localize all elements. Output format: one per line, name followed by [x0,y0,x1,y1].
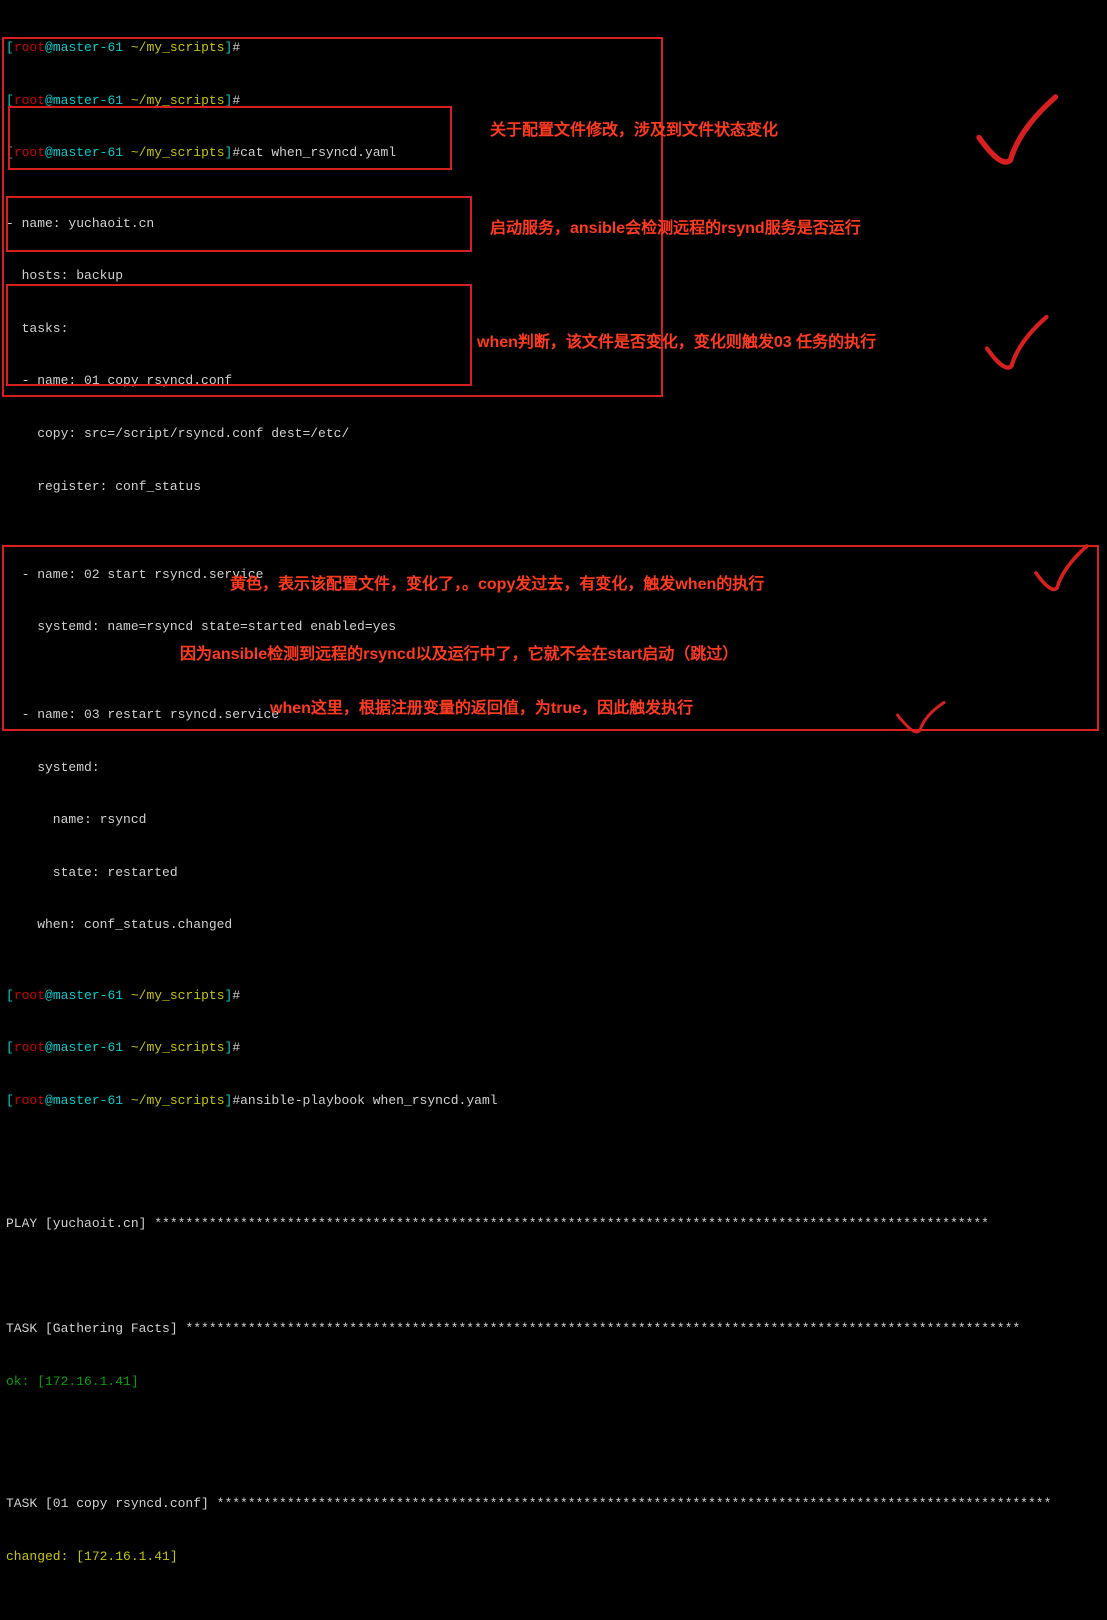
yaml-line: when: conf_status.changed [6,916,1101,934]
yaml-line: - name: 02 start rsyncd.service [6,566,1101,584]
changed-line: changed: [172.16.1.41] [6,1548,1101,1566]
prompt-line: [root@master-61 ~/my_scripts]#ansible-pl… [6,1092,1101,1110]
yaml-line: register: conf_status [6,478,1101,496]
blank-line [6,1267,1101,1285]
blank-line [6,1601,1101,1619]
blank-line [6,1425,1101,1443]
yaml-line: - name: 01 copy rsyncd.conf [6,372,1101,390]
yaml-line: hosts: backup [6,267,1101,285]
prompt-line: [root@master-61 ~/my_scripts]# [6,1039,1101,1057]
prompt-line: [root@master-61 ~/my_scripts]# [6,92,1101,110]
blank-line [6,1145,1101,1163]
ok-line: ok: [172.16.1.41] [6,1373,1101,1391]
terminal-output: [root@master-61 ~/my_scripts]# [root@mas… [6,4,1101,1620]
yaml-line: copy: src=/script/rsyncd.conf dest=/etc/ [6,425,1101,443]
prompt-line: [root@master-61 ~/my_scripts]# [6,39,1101,57]
yaml-line: name: rsyncd [6,811,1101,829]
prompt-line: [root@master-61 ~/my_scripts]# [6,987,1101,1005]
yaml-line: systemd: name=rsyncd state=started enabl… [6,618,1101,636]
play-header: PLAY [yuchaoit.cn] *********************… [6,1215,1101,1233]
prompt-line: [root@master-61 ~/my_scripts]#cat when_r… [6,144,1101,162]
task-gather: TASK [Gathering Facts] *****************… [6,1320,1101,1338]
yaml-line: - name: yuchaoit.cn [6,215,1101,233]
yaml-line: systemd: [6,759,1101,777]
yaml-line: state: restarted [6,864,1101,882]
yaml-line: tasks: [6,320,1101,338]
task-1: TASK [01 copy rsyncd.conf] *************… [6,1495,1101,1513]
yaml-line: - name: 03 restart rsyncd.service [6,706,1101,724]
